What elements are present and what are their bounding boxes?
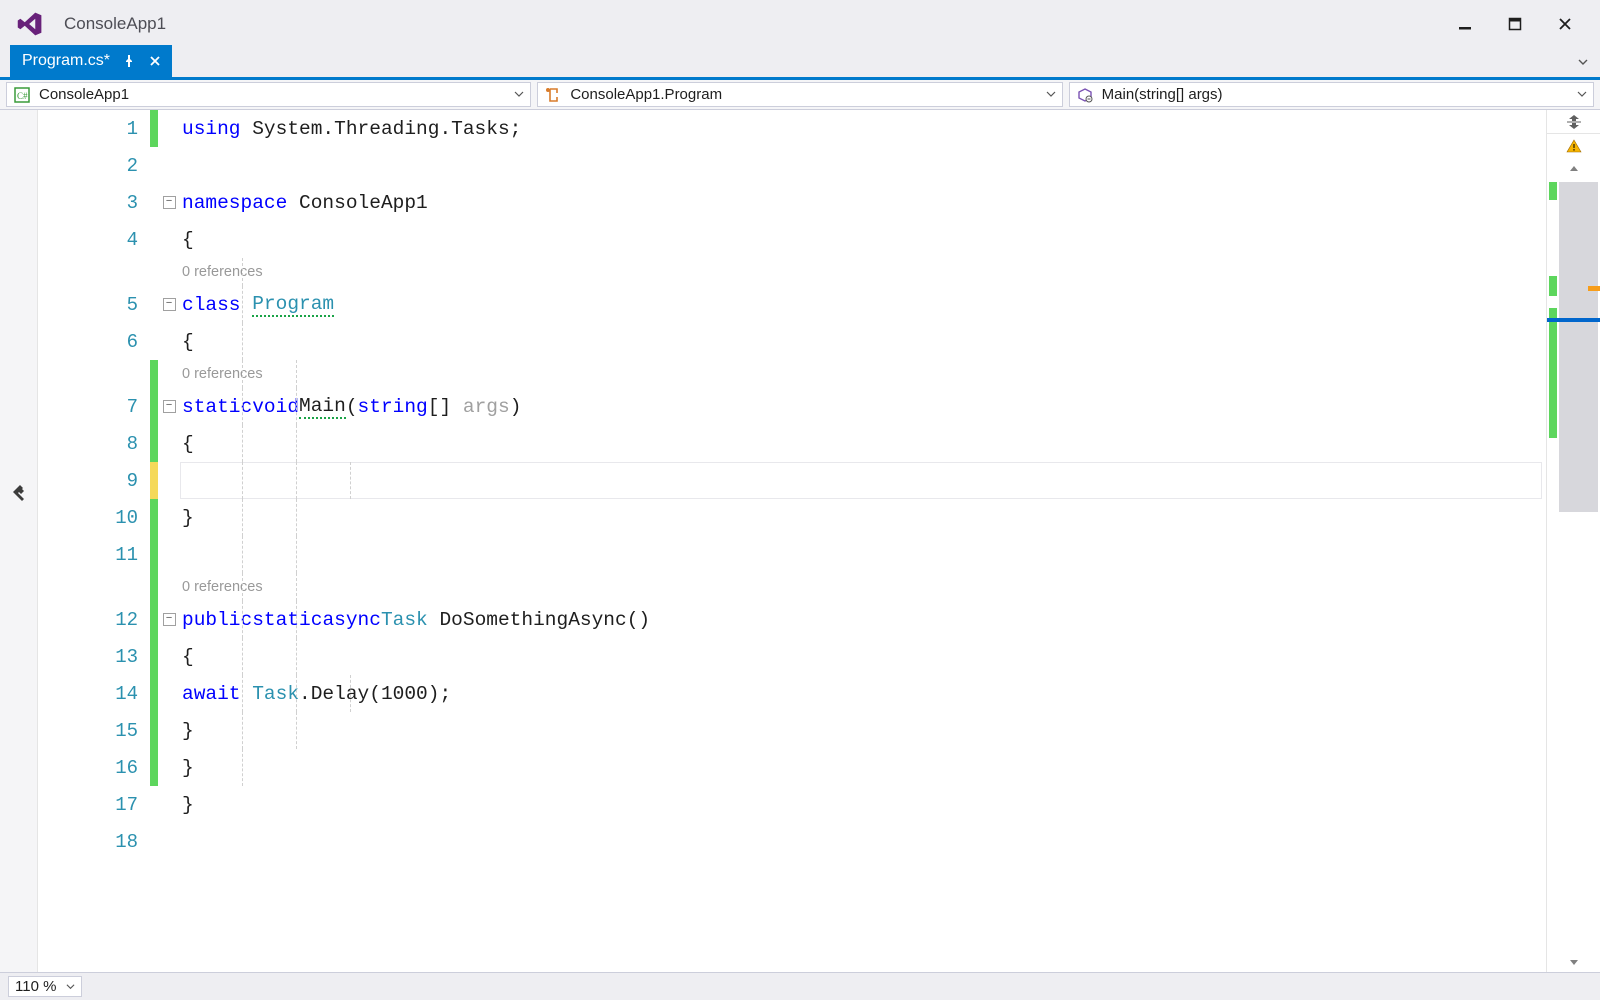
chevron-down-icon (66, 978, 75, 995)
scrollbar-track[interactable] (1559, 182, 1598, 512)
maximize-button[interactable] (1490, 4, 1540, 44)
overview-ruler[interactable] (1547, 158, 1600, 972)
indicator-margin[interactable] (0, 110, 38, 972)
code-line[interactable]: 2 (38, 147, 1546, 184)
code-line[interactable]: 17 } (38, 786, 1546, 823)
editor-right-margin (1546, 110, 1600, 972)
code-line[interactable]: 14 await Task.Delay(1000); (38, 675, 1546, 712)
codelens-indicator[interactable]: 0 references (38, 360, 1546, 388)
code-line[interactable]: 12 − public static async Task DoSomethin… (38, 601, 1546, 638)
title-bar: ConsoleApp1 (0, 0, 1600, 48)
member-selector-text: Main(string[] args) (1102, 86, 1223, 103)
line-number: 2 (38, 155, 150, 177)
project-selector[interactable]: C# ConsoleApp1 (6, 82, 531, 107)
warning-summary-icon[interactable] (1547, 134, 1600, 158)
zoom-level-selector[interactable]: 110 % (8, 976, 82, 997)
line-number: 12 (38, 609, 150, 631)
line-number: 6 (38, 331, 150, 353)
code-line[interactable]: 16 } (38, 749, 1546, 786)
fold-toggle[interactable]: − (163, 196, 176, 209)
warning-marker (1588, 286, 1600, 291)
code-line[interactable]: 10 } (38, 499, 1546, 536)
close-tab-icon[interactable] (148, 54, 162, 68)
chevron-down-icon (1577, 86, 1587, 103)
line-number: 18 (38, 831, 150, 853)
minimize-button[interactable] (1440, 4, 1490, 44)
active-files-dropdown[interactable] (1572, 51, 1594, 73)
member-selector[interactable]: Main(string[] args) (1069, 82, 1594, 107)
scroll-up-icon[interactable] (1547, 158, 1600, 178)
method-icon (1076, 86, 1094, 104)
code-line[interactable]: 5 − class Program (38, 286, 1546, 323)
line-number: 17 (38, 794, 150, 816)
code-line[interactable]: 11 (38, 536, 1546, 573)
line-number: 3 (38, 192, 150, 214)
codelens-indicator[interactable]: 0 references (38, 258, 1546, 286)
svg-text:C#: C# (17, 91, 28, 101)
code-line[interactable]: 3 − namespace ConsoleApp1 (38, 184, 1546, 221)
line-number: 9 (38, 470, 150, 492)
code-line[interactable]: 4 { (38, 221, 1546, 258)
type-selector[interactable]: ConsoleApp1.Program (537, 82, 1062, 107)
line-number: 5 (38, 294, 150, 316)
code-line[interactable]: 13 { (38, 638, 1546, 675)
fold-toggle[interactable]: − (163, 400, 176, 413)
line-number: 14 (38, 683, 150, 705)
change-marker (1549, 276, 1557, 296)
line-number: 10 (38, 507, 150, 529)
line-number: 8 (38, 433, 150, 455)
fold-toggle[interactable]: − (163, 298, 176, 311)
split-grip-icon[interactable] (1547, 110, 1600, 134)
scroll-down-icon[interactable] (1547, 952, 1600, 972)
chevron-down-icon (1046, 86, 1056, 103)
code-line[interactable]: 7 − static void Main(string[] args) (38, 388, 1546, 425)
zoom-level-text: 110 % (15, 978, 56, 995)
change-marker (1549, 308, 1557, 438)
csharp-project-icon: C# (13, 86, 31, 104)
line-number: 4 (38, 229, 150, 251)
code-line-current[interactable]: 9 (38, 462, 1546, 499)
project-selector-text: ConsoleApp1 (39, 86, 129, 103)
codelens-indicator[interactable]: 0 references (38, 573, 1546, 601)
line-number: 16 (38, 757, 150, 779)
caret-position-marker (1547, 318, 1600, 322)
window-title: ConsoleApp1 (64, 14, 166, 34)
change-marker-unsaved (150, 462, 158, 499)
vs-logo-icon (14, 8, 46, 40)
pin-icon[interactable] (122, 54, 136, 68)
change-marker (150, 110, 158, 147)
class-icon (544, 86, 562, 104)
chevron-down-icon (514, 86, 524, 103)
line-number: 13 (38, 646, 150, 668)
status-bar: 110 % (0, 972, 1600, 1000)
code-surface[interactable]: 1 using System.Threading.Tasks; 2 3 − na… (38, 110, 1546, 972)
code-line[interactable]: 8 { (38, 425, 1546, 462)
code-line[interactable]: 18 (38, 823, 1546, 860)
line-number: 15 (38, 720, 150, 742)
code-line[interactable]: 6 { (38, 323, 1546, 360)
close-button[interactable] (1540, 4, 1590, 44)
tab-label: Program.cs* (22, 52, 110, 70)
fold-toggle[interactable]: − (163, 613, 176, 626)
line-number: 11 (38, 544, 150, 566)
tab-program-cs[interactable]: Program.cs* (10, 45, 172, 77)
code-line[interactable]: 1 using System.Threading.Tasks; (38, 110, 1546, 147)
line-number: 7 (38, 396, 150, 418)
type-selector-text: ConsoleApp1.Program (570, 86, 722, 103)
line-number: 1 (38, 118, 150, 140)
change-marker (1549, 182, 1557, 200)
quick-actions-icon[interactable] (10, 483, 32, 505)
document-tab-well: Program.cs* (0, 48, 1600, 80)
code-editor[interactable]: 1 using System.Threading.Tasks; 2 3 − na… (0, 110, 1600, 972)
code-line[interactable]: 15 } (38, 712, 1546, 749)
navigation-bar: C# ConsoleApp1 ConsoleApp1.Program Main(… (0, 80, 1600, 110)
